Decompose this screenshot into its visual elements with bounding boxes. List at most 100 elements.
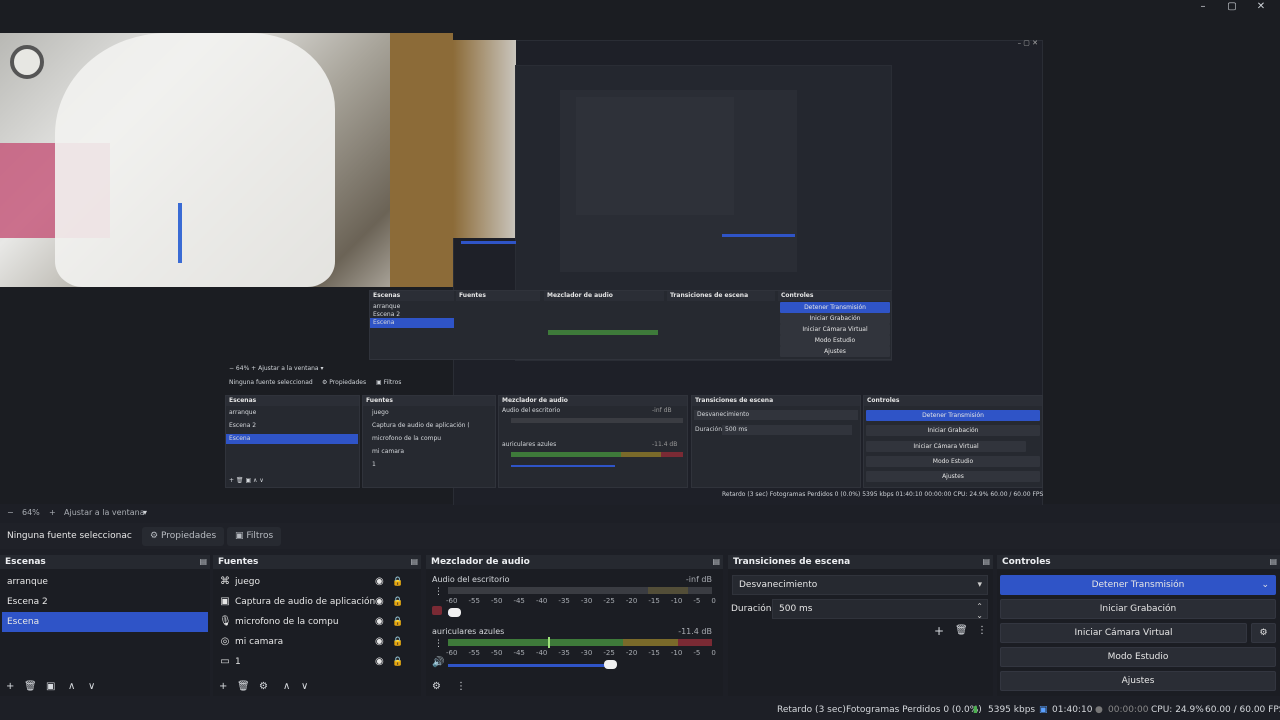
trash-icon[interactable]: 🗑 — [955, 625, 968, 636]
mixer-channel: auriculares azules -11.4 dB ⋮ -60 -55 -50-… — [432, 627, 716, 669]
sources-title: Fuentes ▤ — [213, 555, 421, 569]
display-icon: ▭ — [220, 656, 230, 667]
nested-transitions-dock: Transiciones de escena Desvanecimiento D… — [691, 395, 861, 488]
move-down-icon[interactable]: ∨ — [301, 681, 308, 692]
transitions-dock: Transiciones de escena ▤ Desvanecimiento… — [728, 555, 993, 696]
app-audio-icon: ▣ — [220, 596, 230, 607]
signal-icon: ▮ — [973, 705, 978, 715]
status-bar: Retardo (3 sec) Fotogramas Perdidos 0 (0… — [0, 700, 1280, 720]
zoom-out-button[interactable]: − — [7, 508, 14, 517]
nested-no-source: Ninguna fuente seleccionad — [229, 379, 313, 386]
cpu-status: CPU: 24.9% — [1151, 705, 1204, 715]
close-icon[interactable]: ✕ — [1244, 0, 1278, 14]
controls-title: Controles ▤ — [997, 555, 1280, 569]
dock-menu-icon[interactable]: ▤ — [982, 555, 990, 569]
spin-down-icon[interactable]: ⌄ — [976, 607, 983, 625]
start-recording-button[interactable]: Iniciar Grabación — [1000, 599, 1276, 619]
muted-speaker-icon[interactable] — [432, 606, 442, 615]
more-options-icon[interactable]: ⋮ — [456, 681, 466, 692]
record-time: 00:00:00 — [1108, 705, 1149, 715]
gear-icon: ⚙ — [150, 531, 159, 541]
nested-filters: ▣ Filtros — [376, 379, 402, 386]
lock-icon[interactable]: 🔒 — [392, 652, 403, 672]
chevron-down-icon: ▾ — [977, 580, 982, 590]
scenes-title: Escenas ▤ — [0, 555, 210, 569]
nested-mixer-dock: Mezclador de audio Audio del escritorio … — [498, 395, 688, 488]
scene-item[interactable]: arranque — [2, 572, 208, 592]
volume-slider[interactable] — [448, 664, 610, 667]
source-item[interactable]: ⌘ juego ◉ 🔒 — [217, 572, 417, 592]
more-options-icon[interactable]: ⋮ — [434, 587, 443, 597]
lock-icon[interactable]: 🔒 — [392, 572, 403, 592]
nested-properties: ⚙ Propiedades — [322, 379, 367, 386]
gear-icon[interactable]: ⚙ — [1251, 623, 1276, 643]
source-item[interactable]: ▣ Captura de audio de aplicación (BET ◉ … — [217, 592, 417, 612]
add-scene-button[interactable]: + — [6, 681, 14, 692]
eye-icon[interactable]: ◉ — [375, 572, 384, 592]
eye-icon[interactable]: ◉ — [375, 652, 384, 672]
meter-ticks: -60 -55 -50 -45 -40 -35 -30 -25 -20 -15 -10 -5 0 — [446, 649, 716, 657]
filters-button[interactable]: ▣ Filtros — [227, 527, 282, 546]
scene-item-selected[interactable]: Escena — [2, 612, 208, 632]
microphone-icon: 🎙 — [219, 616, 232, 627]
move-down-icon[interactable]: ∨ — [88, 681, 95, 692]
nested-preview-4 — [575, 96, 735, 216]
nested-docks-2: Escenas arranque Escena 2 Escena Fuentes… — [369, 290, 892, 360]
advanced-audio-icon[interactable]: ⚙ — [432, 681, 441, 692]
dock-menu-icon[interactable]: ▤ — [199, 555, 207, 569]
volume-slider-knob[interactable] — [448, 608, 461, 617]
eye-icon[interactable]: ◉ — [375, 592, 384, 612]
eye-icon[interactable]: ◉ — [375, 632, 384, 652]
start-virtual-camera-button[interactable]: Iniciar Cámara Virtual — [1000, 623, 1247, 643]
chevron-down-icon[interactable]: ▾ — [143, 508, 147, 517]
source-item[interactable]: ◎ mi camara ◉ 🔒 — [217, 632, 417, 652]
add-transition-button[interactable]: + — [934, 624, 944, 638]
dock-menu-icon[interactable]: ▤ — [1269, 555, 1277, 569]
speaker-icon[interactable]: 🔊 — [432, 657, 444, 668]
properties-button[interactable]: ⚙ Propiedades — [142, 527, 225, 546]
nested-controls-dock: Controles Detener Transmisión Iniciar Gr… — [863, 395, 1043, 488]
volume-slider-knob[interactable] — [604, 660, 617, 669]
move-up-icon[interactable]: ∧ — [283, 681, 290, 692]
lock-icon[interactable]: 🔒 — [392, 632, 403, 652]
scene-item[interactable]: Escena 2 — [2, 592, 208, 612]
dock-menu-icon[interactable]: ▤ — [712, 555, 720, 569]
studio-mode-button[interactable]: Modo Estudio — [1000, 647, 1276, 667]
volume-meter — [448, 637, 712, 648]
meter-ticks: -60 -55 -50 -45 -40 -35 -30 -25 -20 -15 -10 -5 0 — [446, 597, 716, 605]
duration-field[interactable]: 500 ms ⌃ ⌄ — [772, 599, 988, 620]
zoom-level: 64% — [22, 508, 40, 517]
camera-icon: ◎ — [220, 636, 230, 647]
lock-icon[interactable]: 🔒 — [392, 612, 403, 632]
transition-select[interactable]: Desvanecimiento ▾ — [732, 575, 988, 595]
webcam-feed — [0, 33, 453, 287]
eye-icon[interactable]: ◉ — [375, 612, 384, 632]
mixer-channel: Audio del escritorio -inf dB ⋮ -60 -55 -50… — [426, 575, 722, 627]
dock-menu-icon[interactable]: ▤ — [410, 555, 418, 569]
fit-window-label[interactable]: Ajustar a la ventana — [64, 508, 145, 517]
stream-time: 01:40:10 — [1052, 705, 1093, 715]
audio-mixer-dock: Mezclador de audio ▤ Audio del escritori… — [426, 555, 723, 696]
zoom-in-button[interactable]: + — [49, 508, 56, 517]
more-options-icon[interactable]: ⋮ — [434, 639, 443, 649]
more-options-icon[interactable]: ⋮ — [977, 625, 987, 636]
move-up-icon[interactable]: ∧ — [68, 681, 75, 692]
source-item[interactable]: 🎙 microfono de la compu ◉ 🔒 — [217, 612, 417, 632]
nested-status: Retardo (3 sec) Fotogramas Perdidos 0 (0… — [722, 491, 1044, 498]
add-source-button[interactable]: + — [219, 681, 227, 692]
gear-icon[interactable]: ⚙ — [259, 681, 268, 692]
stop-streaming-button[interactable]: Detener Transmisión ⌄ — [1000, 575, 1276, 595]
source-item[interactable]: ▭ 1 ◉ 🔒 — [217, 652, 417, 672]
lock-icon[interactable]: 🔒 — [392, 592, 403, 612]
preview-canvas[interactable]: – ▢ ✕ Escenas arranque Escena 2 Escena F… — [0, 33, 1280, 510]
trash-icon[interactable]: 🗑 — [24, 681, 37, 692]
settings-button[interactable]: Ajustes — [1000, 671, 1276, 691]
filter-icon[interactable]: ▣ — [46, 681, 55, 692]
scenes-dock: Escenas ▤ arranque Escena 2 Escena + 🗑 ▣… — [0, 555, 210, 696]
chevron-down-icon[interactable]: ⌄ — [1261, 576, 1269, 594]
filter-icon: ▣ — [235, 531, 244, 541]
trash-icon[interactable]: 🗑 — [237, 681, 250, 692]
gamepad-icon: ⌘ — [220, 576, 230, 587]
dropped-frames-status: Fotogramas Perdidos 0 (0.0%) — [846, 705, 982, 715]
source-toolbar: Ninguna fuente seleccionac ⚙ Propiedades… — [0, 523, 1280, 549]
